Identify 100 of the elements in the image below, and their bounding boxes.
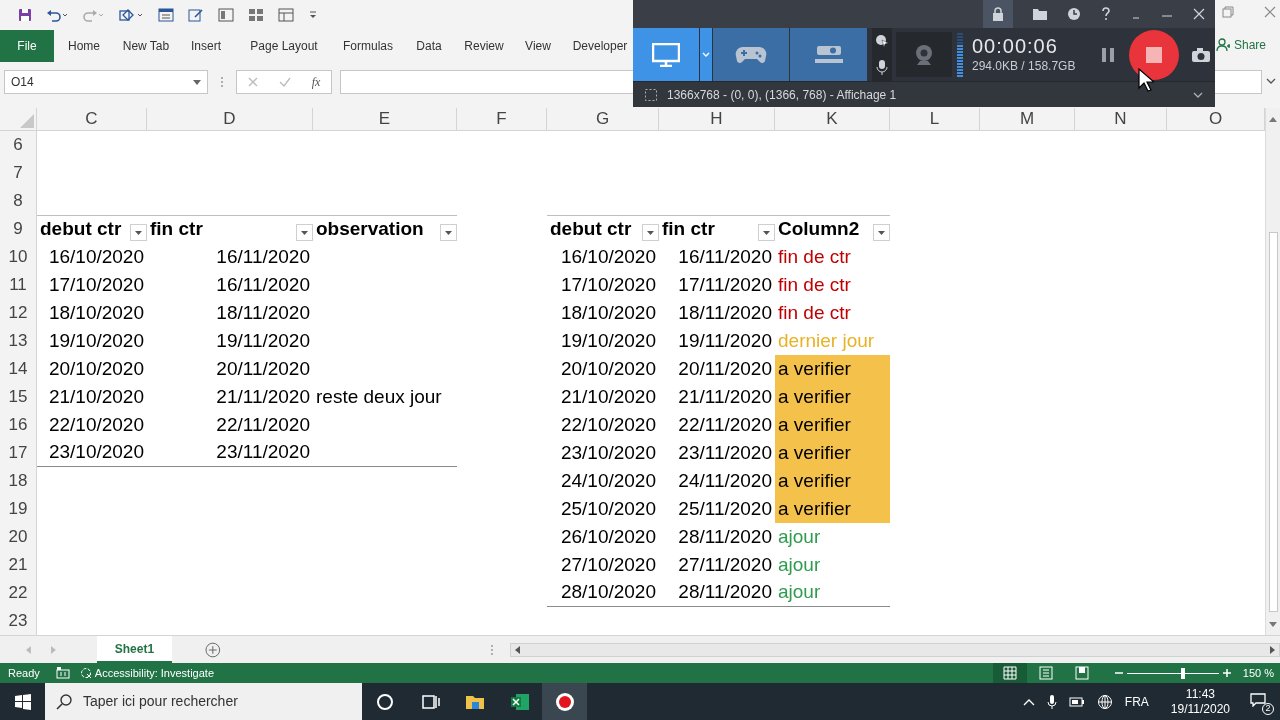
- sheet-tab[interactable]: Sheet1: [96, 636, 173, 663]
- column-header[interactable]: F: [457, 108, 547, 131]
- row-header[interactable]: 6: [0, 131, 37, 159]
- row-header[interactable]: 12: [0, 299, 37, 327]
- clock-icon[interactable]: [1067, 7, 1081, 21]
- save-icon[interactable]: [18, 8, 32, 22]
- ribbon-tab[interactable]: New Tab: [114, 30, 178, 62]
- microphone-icon[interactable]: [876, 59, 888, 76]
- file-tab[interactable]: File: [0, 30, 54, 62]
- row-header[interactable]: 16: [0, 411, 37, 439]
- dropdown-icon[interactable]: [193, 79, 201, 85]
- row-header[interactable]: 19: [0, 495, 37, 523]
- form-icon[interactable]: [158, 8, 174, 22]
- row-header[interactable]: 14: [0, 355, 37, 383]
- zoom-slider-thumb[interactable]: [1181, 667, 1186, 679]
- clock-date[interactable]: 19/11/2020: [1170, 701, 1230, 717]
- globe-icon[interactable]: [1096, 693, 1113, 710]
- chevron-up-icon[interactable]: [1022, 697, 1035, 706]
- row-header[interactable]: 7: [0, 159, 37, 187]
- column-header[interactable]: O: [1167, 108, 1265, 131]
- edit-icon[interactable]: [188, 8, 204, 22]
- mode-dropdown-button[interactable]: [700, 28, 713, 81]
- row-header[interactable]: 15: [0, 383, 37, 411]
- column-header[interactable]: C: [37, 108, 147, 131]
- expand-icon[interactable]: [1266, 78, 1276, 84]
- ribbon-tab[interactable]: Home: [54, 30, 114, 62]
- ribbon-tab[interactable]: View: [512, 30, 564, 62]
- row-header[interactable]: 20: [0, 523, 37, 551]
- view-normal-button[interactable]: [992, 663, 1027, 683]
- lock-icon[interactable]: [992, 7, 1004, 21]
- row-header[interactable]: 8: [0, 187, 37, 215]
- mode-button[interactable]: [713, 28, 790, 81]
- webcam-button[interactable]: [896, 32, 952, 77]
- column-header[interactable]: K: [775, 108, 890, 131]
- stop-recording-button[interactable]: [1129, 29, 1180, 80]
- search-field[interactable]: Taper ici pour rechercher: [45, 683, 362, 720]
- mode-button[interactable]: [633, 28, 700, 81]
- panel-icon[interactable]: [278, 8, 294, 22]
- layout-icon[interactable]: [218, 8, 234, 22]
- zoom-out-icon[interactable]: [1114, 669, 1123, 677]
- row-header[interactable]: 9: [0, 215, 37, 243]
- row-header[interactable]: 18: [0, 467, 37, 495]
- zoom-in-icon[interactable]: [1222, 669, 1231, 677]
- column-header[interactable]: M: [980, 108, 1075, 131]
- battery-icon[interactable]: [1068, 696, 1085, 707]
- row-header[interactable]: 17: [0, 439, 37, 467]
- column-header[interactable]: G: [547, 108, 659, 131]
- ribbon-tab[interactable]: Page Layout: [234, 30, 334, 62]
- ribbon-tab[interactable]: Data: [402, 30, 456, 62]
- scroll-left-icon[interactable]: [513, 645, 520, 654]
- row-header[interactable]: 22: [0, 579, 37, 607]
- chevron-down-icon[interactable]: [1193, 91, 1203, 98]
- scroll-down-icon[interactable]: [1269, 622, 1277, 628]
- help-icon[interactable]: [1101, 7, 1111, 21]
- notification-icon[interactable]: [1250, 692, 1266, 707]
- ribbon-tab[interactable]: Insert: [178, 30, 234, 62]
- row-header[interactable]: 11: [0, 271, 37, 299]
- name-box[interactable]: O14: [4, 70, 208, 94]
- column-header[interactable]: L: [890, 108, 980, 131]
- scroll-up-icon[interactable]: [1269, 116, 1277, 122]
- close-icon[interactable]: [1264, 6, 1276, 18]
- scroll-thumb[interactable]: [1268, 232, 1278, 612]
- ribbon-tab[interactable]: Review: [456, 30, 512, 62]
- column-header[interactable]: E: [313, 108, 457, 131]
- windows-start-icon[interactable]: [15, 693, 31, 710]
- macro-icon[interactable]: [55, 667, 70, 679]
- column-header[interactable]: D: [147, 108, 313, 131]
- zoom-level[interactable]: 150 %: [1242, 664, 1274, 682]
- cursor-capture-icon[interactable]: [875, 33, 889, 48]
- filter-button[interactable]: [642, 224, 659, 241]
- customize-icon[interactable]: [308, 10, 318, 20]
- camera-icon[interactable]: [1191, 46, 1212, 63]
- mode-button[interactable]: [790, 28, 868, 81]
- share-button[interactable]: Share: [1215, 36, 1266, 54]
- filter-button[interactable]: [296, 224, 313, 241]
- add-sheet-icon[interactable]: [205, 641, 221, 658]
- scroll-right-icon[interactable]: [1270, 645, 1276, 654]
- undo-icon[interactable]: [46, 8, 68, 22]
- filter-button[interactable]: [873, 224, 890, 241]
- row-header[interactable]: 21: [0, 551, 37, 579]
- taskbar-app-button[interactable]: [542, 683, 587, 720]
- row-header[interactable]: 13: [0, 327, 37, 355]
- filter-button[interactable]: [758, 224, 775, 241]
- selection-area-icon[interactable]: [645, 88, 657, 101]
- clock-time[interactable]: 11:43: [1185, 686, 1215, 702]
- row-header[interactable]: 10: [0, 243, 37, 271]
- shapes-icon[interactable]: [118, 7, 144, 23]
- column-header[interactable]: H: [659, 108, 775, 131]
- horizontal-scrollbar[interactable]: [509, 642, 1280, 657]
- ribbon-tab[interactable]: Developer: [564, 30, 636, 62]
- check-icon[interactable]: [278, 77, 291, 87]
- column-header[interactable]: N: [1075, 108, 1167, 131]
- folder-icon[interactable]: [1033, 8, 1047, 20]
- filter-button[interactable]: [130, 224, 147, 241]
- filter-button[interactable]: [440, 224, 457, 241]
- microphone-icon[interactable]: [1046, 693, 1057, 710]
- pause-icon[interactable]: [1101, 46, 1116, 63]
- grid-layout-icon[interactable]: [248, 8, 264, 22]
- row-header[interactable]: 23: [0, 607, 37, 635]
- language-indicator[interactable]: FRA: [1124, 692, 1149, 711]
